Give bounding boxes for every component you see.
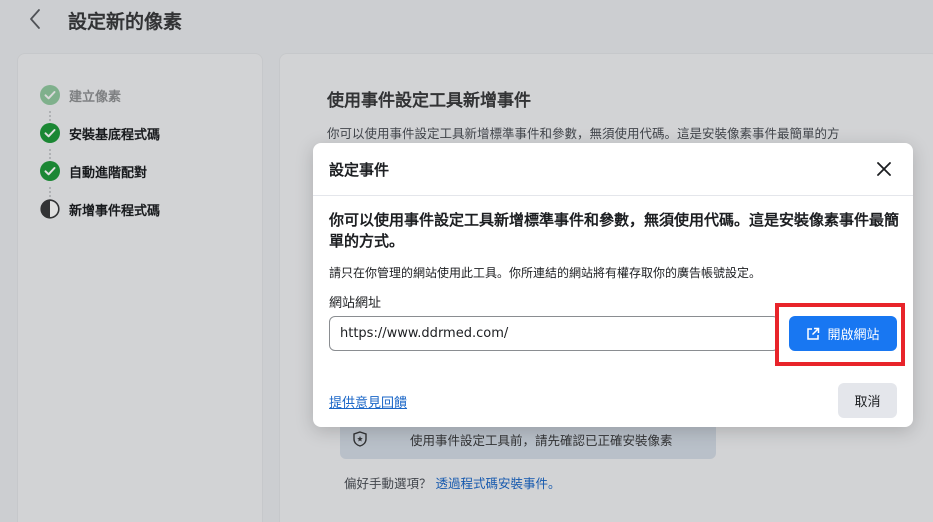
external-link-icon — [807, 327, 820, 340]
open-website-label: 開啟網站 — [827, 328, 880, 343]
dialog-heading: 你可以使用事件設定工具新增標準事件和參數，無須使用代碼。這是安裝像素事件最簡單的… — [329, 211, 900, 250]
feedback-link[interactable]: 提供意見回饋 — [329, 392, 407, 411]
website-url-label: 網站網址 — [329, 296, 382, 311]
dialog-divider — [313, 195, 913, 196]
dialog-title: 設定事件 — [329, 161, 390, 179]
setup-events-dialog: 設定事件 你可以使用事件設定工具新增標準事件和參數，無須使用代碼。這是安裝像素事… — [313, 143, 913, 427]
open-website-button[interactable]: 開啟網站 — [789, 316, 897, 351]
cancel-button[interactable]: 取消 — [838, 383, 897, 418]
website-url-input[interactable] — [329, 316, 779, 351]
close-icon[interactable] — [874, 159, 894, 179]
dialog-note: 請只在你管理的網站使用此工具。你所連結的網站將有權存取你的廣告帳號設定。 — [329, 266, 762, 280]
